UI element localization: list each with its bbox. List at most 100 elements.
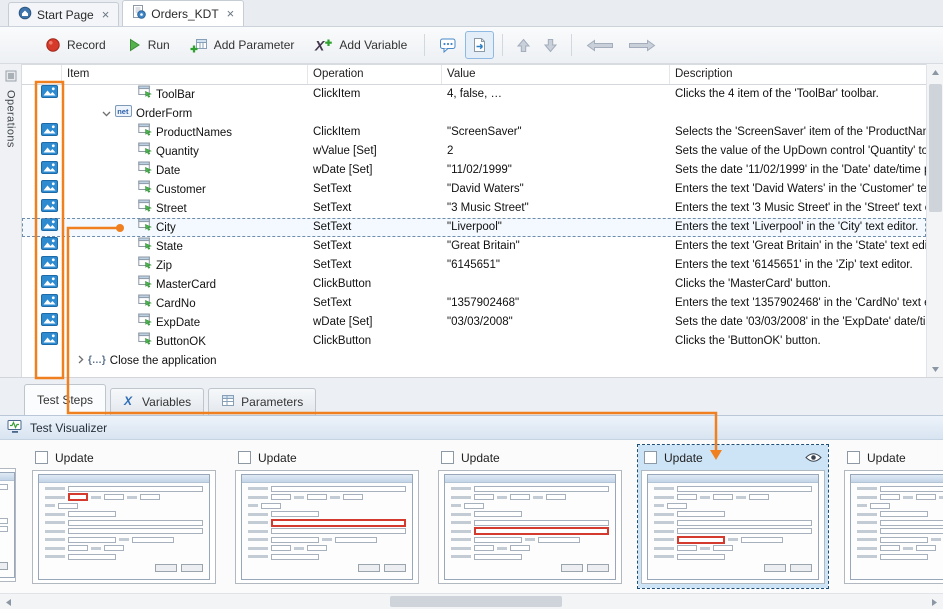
page-tab-variables[interactable]: XVariables	[110, 388, 204, 415]
scroll-up-arrow[interactable]	[927, 64, 943, 80]
operation-cell[interactable]: ClickItem	[308, 85, 442, 104]
thumbnail-image[interactable]	[235, 470, 419, 584]
value-cell[interactable]: "David Waters"	[442, 180, 670, 199]
value-cell[interactable]	[442, 275, 670, 294]
thumbnail-image[interactable]	[32, 470, 216, 584]
operations-panel-tab[interactable]: Operations	[0, 64, 22, 377]
operation-cell[interactable]: wValue [Set]	[308, 142, 442, 161]
operation-cell[interactable]: ClickItem	[308, 123, 442, 142]
value-cell[interactable]: "3 Music Street"	[442, 199, 670, 218]
operation-cell[interactable]: wDate [Set]	[308, 313, 442, 332]
operation-cell[interactable]: SetText	[308, 199, 442, 218]
move-up-button[interactable]	[511, 33, 536, 58]
vertical-scrollbar-thumb[interactable]	[929, 84, 942, 212]
column-header-operation[interactable]: Operation	[308, 65, 442, 84]
chevron-right-icon[interactable]	[78, 352, 84, 370]
move-right-button[interactable]	[622, 34, 662, 57]
horizontal-scrollbar-thumb[interactable]	[390, 596, 562, 607]
operation-cell[interactable]	[308, 104, 442, 123]
test-step-row[interactable]: {…}Close the application	[22, 351, 926, 370]
item-cell[interactable]: ExpDate	[62, 313, 308, 332]
update-checkbox[interactable]	[238, 451, 251, 464]
operation-cell[interactable]: ClickButton	[308, 275, 442, 294]
test-step-row[interactable]: StreetSetText"3 Music Street"Enters the …	[22, 199, 926, 218]
test-step-row[interactable]: ProductNamesClickItem"ScreenSaver"Select…	[22, 123, 926, 142]
move-left-button[interactable]	[580, 34, 620, 57]
test-step-row[interactable]: ButtonOKClickButtonClicks the 'ButtonOK'…	[22, 332, 926, 351]
test-step-row[interactable]: CardNoSetText"1357902468"Enters the text…	[22, 294, 926, 313]
item-cell[interactable]: State	[62, 237, 308, 256]
thumbnail-image[interactable]	[438, 470, 622, 584]
value-cell[interactable]: "1357902468"	[442, 294, 670, 313]
visualizer-thumbnail[interactable]: Update	[841, 445, 943, 588]
value-cell[interactable]: "6145651"	[442, 256, 670, 275]
item-cell[interactable]: Quantity	[62, 142, 308, 161]
scroll-right-arrow[interactable]	[926, 594, 943, 609]
document-tab-orders-kdt[interactable]: Orders_KDT×	[122, 0, 244, 26]
visualizer-image-cell[interactable]	[36, 180, 62, 199]
document-tab-start-page[interactable]: Start Page×	[8, 2, 119, 26]
operation-cell[interactable]: SetText	[308, 218, 442, 237]
test-step-row[interactable]: StateSetText"Great Britain"Enters the te…	[22, 237, 926, 256]
add-parameter-button[interactable]: Add Parameter	[181, 32, 304, 58]
visualizer-header[interactable]: Test Visualizer	[0, 415, 943, 440]
scroll-down-arrow[interactable]	[927, 361, 943, 377]
test-step-row[interactable]: QuantitywValue [Set]2Sets the value of t…	[22, 142, 926, 161]
item-cell[interactable]: netOrderForm	[62, 104, 308, 123]
chevron-down-icon[interactable]	[102, 105, 111, 123]
operation-cell[interactable]: SetText	[308, 294, 442, 313]
scroll-left-arrow[interactable]	[0, 594, 17, 609]
item-cell[interactable]: {…}Close the application	[62, 351, 308, 370]
value-cell[interactable]	[442, 351, 670, 370]
item-cell[interactable]: ToolBar	[62, 85, 308, 104]
visualizer-image-cell[interactable]	[36, 332, 62, 351]
column-header-value[interactable]: Value	[442, 65, 670, 84]
test-step-row[interactable]: ZipSetText"6145651"Enters the text '6145…	[22, 256, 926, 275]
move-down-button[interactable]	[538, 33, 563, 58]
update-checkbox[interactable]	[644, 451, 657, 464]
test-step-row[interactable]: MasterCardClickButtonClicks the 'MasterC…	[22, 275, 926, 294]
page-tab-parameters[interactable]: Parameters	[208, 388, 316, 415]
visualizer-image-cell[interactable]	[36, 218, 62, 237]
operation-cell[interactable]: SetText	[308, 180, 442, 199]
update-checkbox[interactable]	[847, 451, 860, 464]
item-cell[interactable]: Zip	[62, 256, 308, 275]
horizontal-scrollbar[interactable]	[0, 593, 943, 609]
item-cell[interactable]: Customer	[62, 180, 308, 199]
thumbnail-image[interactable]	[844, 470, 943, 584]
visualizer-image-cell[interactable]	[36, 123, 62, 142]
tab-close-icon[interactable]: ×	[227, 7, 235, 20]
add-comment-button[interactable]	[433, 32, 463, 58]
thumbnail-partial[interactable]	[0, 468, 16, 582]
description-column-button[interactable]	[465, 31, 494, 59]
visualizer-thumbnail[interactable]: Update	[435, 445, 625, 588]
column-header-description[interactable]: Description	[670, 65, 926, 84]
test-step-row[interactable]: CustomerSetText"David Waters"Enters the …	[22, 180, 926, 199]
item-cell[interactable]: Street	[62, 199, 308, 218]
value-cell[interactable]: 4, false, …	[442, 85, 670, 104]
column-header-item[interactable]: Item	[62, 65, 308, 84]
value-cell[interactable]: 2	[442, 142, 670, 161]
visualizer-image-cell[interactable]	[36, 237, 62, 256]
thumbnail-image[interactable]	[641, 470, 825, 584]
value-cell[interactable]: "Liverpool"	[442, 218, 670, 237]
visualizer-image-cell[interactable]	[36, 294, 62, 313]
update-checkbox[interactable]	[441, 451, 454, 464]
visualizer-image-cell[interactable]	[36, 199, 62, 218]
value-cell[interactable]: "ScreenSaver"	[442, 123, 670, 142]
visualizer-thumbnail[interactable]: Update	[638, 445, 828, 588]
item-cell[interactable]: ButtonOK	[62, 332, 308, 351]
record-button[interactable]: Record	[36, 32, 115, 58]
vertical-scrollbar[interactable]	[926, 64, 943, 377]
item-cell[interactable]: MasterCard	[62, 275, 308, 294]
visualizer-image-cell[interactable]	[36, 142, 62, 161]
value-cell[interactable]: "03/03/2008"	[442, 313, 670, 332]
operation-cell[interactable]: SetText	[308, 256, 442, 275]
visualizer-image-cell[interactable]	[36, 85, 62, 104]
add-variable-button[interactable]: X Add Variable	[305, 32, 416, 58]
value-cell[interactable]	[442, 332, 670, 351]
column-header-icons[interactable]	[22, 65, 62, 84]
operation-cell[interactable]	[308, 351, 442, 370]
operation-cell[interactable]: SetText	[308, 237, 442, 256]
value-cell[interactable]: "11/02/1999"	[442, 161, 670, 180]
